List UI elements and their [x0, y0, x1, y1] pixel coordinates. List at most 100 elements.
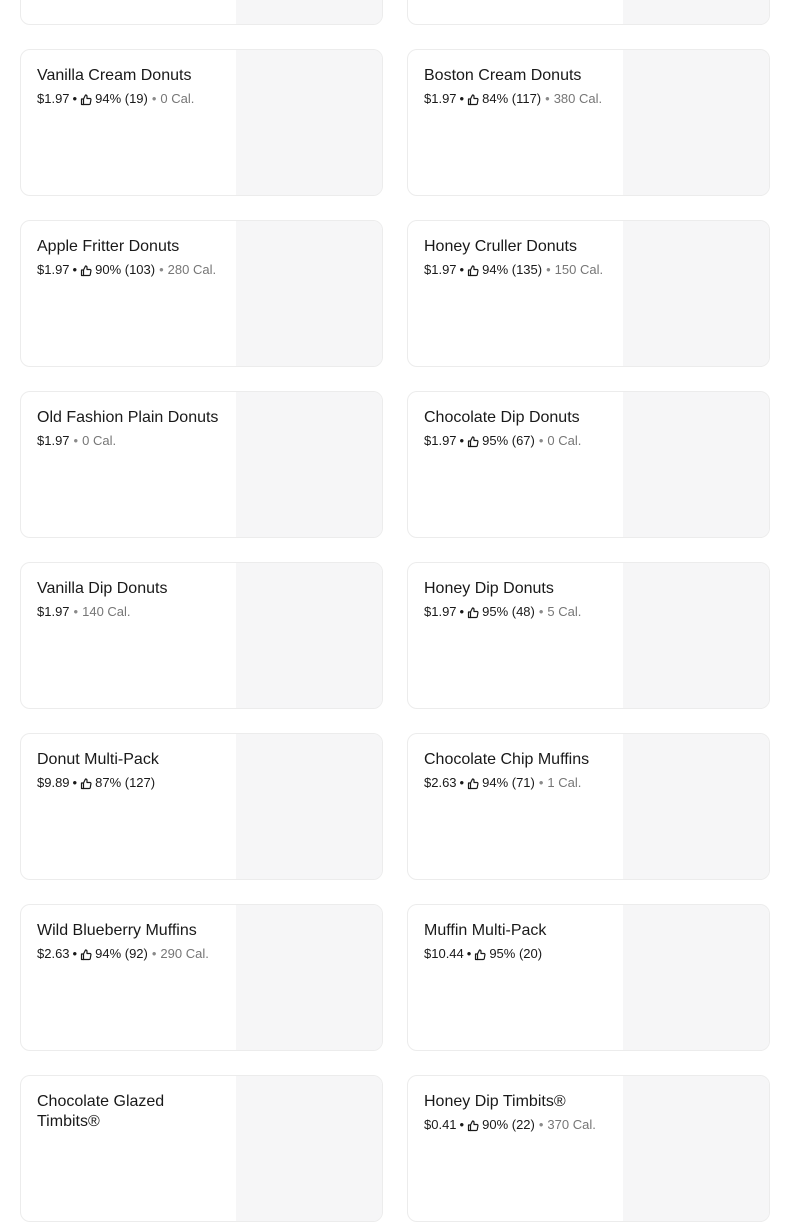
thumbs-up-icon: [80, 948, 92, 960]
menu-item-calories: 150 Cal.: [554, 262, 604, 277]
menu-item-card[interactable]: Honey Cruller Donuts $1.97 • 94% (135) • 150 …: [407, 220, 770, 367]
menu-item-card[interactable]: Honey Dip Timbits® $0.41 • 90% (22) • 370 Cal…: [407, 1075, 770, 1222]
thumbs-up-icon: [80, 93, 92, 105]
separator-dot: •: [151, 91, 157, 106]
menu-item-calories: 1 Cal.: [547, 775, 582, 790]
menu-item-info: Apple Fritter Donuts $1.97 • 90% (103) • 280 …: [37, 237, 227, 278]
menu-item-meta: $10.44 • 95% (20): [424, 945, 614, 962]
menu-item-info: Honey Cruller Donuts $1.97 • 94% (135) • 150 …: [424, 237, 614, 278]
menu-item-card[interactable]: Boston Cream Donuts $1.97 • 84% (117) • 380 C…: [407, 49, 770, 196]
menu-item-card[interactable]: Muffin Multi-Pack $10.44 • 95% (20): [407, 904, 770, 1051]
separator-dot: •: [72, 262, 78, 277]
menu-item-card[interactable]: Apple Fritter Donuts $1.97 • 90% (103) • 280 …: [20, 220, 383, 367]
menu-item-price: $1.97: [37, 604, 70, 619]
menu-item-info: Vanilla Dip Donuts $1.97 • 140 Cal.: [37, 579, 227, 620]
menu-item-rating: 94% (71): [482, 775, 535, 790]
menu-item-card[interactable]: Vanilla Cream Donuts $1.97 • 94% (19) • 0 Cal…: [20, 49, 383, 196]
separator-dot: •: [545, 91, 550, 106]
thumbs-up-icon: [467, 93, 479, 105]
menu-item-image: [236, 50, 382, 195]
menu-item-info: Chocolate Chip Muffins $2.63 • 94% (71) • 1 C…: [424, 750, 614, 791]
menu-item-meta: $2.63 • 94% (92) • 290 Cal.: [37, 945, 227, 962]
separator-dot: •: [538, 1117, 544, 1132]
separator-dot: •: [538, 604, 544, 619]
menu-item-meta: $1.97 • 90% (103) • 280 Cal.: [37, 261, 227, 278]
menu-item-name: Chocolate Dip Donuts: [424, 409, 580, 426]
separator-dot: •: [538, 433, 544, 448]
menu-item-name: Honey Dip Timbits®: [424, 1093, 566, 1110]
separator-dot: •: [459, 604, 465, 619]
thumbs-up-icon: [467, 435, 479, 447]
menu-item-meta: $1.97 • 0 Cal.: [37, 432, 227, 449]
menu-item-info: Chocolate Glazed Timbits®: [37, 1092, 227, 1136]
menu-item-image: [236, 392, 382, 537]
thumbs-up-icon: [467, 606, 479, 618]
menu-item-info: Honey Dip Donuts $1.97 • 95% (48) • 5 Cal.: [424, 579, 614, 620]
menu-item-calories: 0 Cal.: [82, 433, 117, 448]
thumbs-up-icon: [474, 948, 486, 960]
separator-dot: •: [72, 946, 78, 961]
menu-item-name: Vanilla Dip Donuts: [37, 580, 168, 597]
menu-item-card[interactable]: Vanilla Dip Donuts $1.97 • 140 Cal.: [20, 562, 383, 709]
menu-item-info: Muffin Multi-Pack $10.44 • 95% (20): [424, 921, 614, 962]
menu-item-image: [236, 221, 382, 366]
thumbs-up-icon: [467, 777, 479, 789]
menu-item-image: [623, 0, 769, 24]
menu-item-meta: $0.41 • 90% (22) • 370 Cal.: [424, 1116, 614, 1133]
menu-item-rating: 84% (117): [482, 91, 542, 106]
menu-item-name: Muffin Multi-Pack: [424, 922, 547, 939]
menu-item-price: $0.41: [424, 1117, 457, 1132]
menu-item-card[interactable]: Donut Multi-Pack $9.89 • 87% (127): [20, 733, 383, 880]
menu-item-price: $1.97: [424, 91, 457, 106]
thumbs-up-icon: [80, 264, 92, 276]
menu-item-card[interactable]: Wild Blueberry Muffins $2.63 • 94% (92) • 290…: [20, 904, 383, 1051]
menu-item-calories: 5 Cal.: [547, 604, 582, 619]
menu-item-card[interactable]: Old Fashion Plain Donuts $1.97 • 0 Cal.: [20, 391, 383, 538]
menu-item-image: [623, 50, 769, 195]
menu-item-rating: 94% (19): [95, 91, 148, 106]
menu-item-card[interactable]: [20, 0, 383, 25]
menu-item-name: Donut Multi-Pack: [37, 751, 159, 768]
menu-item-info: Boston Cream Donuts $1.97 • 84% (117) • 380 C…: [424, 66, 614, 107]
menu-item-name: Honey Cruller Donuts: [424, 238, 577, 255]
menu-item-price: $1.97: [37, 433, 70, 448]
menu-item-card[interactable]: [407, 0, 770, 25]
menu-item-info: Wild Blueberry Muffins $2.63 • 94% (92) • 290…: [37, 921, 227, 962]
menu-item-info: Vanilla Cream Donuts $1.97 • 94% (19) • 0 Cal…: [37, 66, 227, 107]
menu-item-image: [623, 392, 769, 537]
thumbs-up-icon: [467, 264, 479, 276]
separator-dot: •: [459, 262, 465, 277]
menu-item-image: [623, 734, 769, 879]
menu-item-price: $1.97: [424, 262, 457, 277]
menu-item-price: $1.97: [424, 433, 457, 448]
separator-dot: •: [459, 433, 465, 448]
menu-item-image: [623, 221, 769, 366]
menu-item-image: [236, 734, 382, 879]
menu-item-calories: 290 Cal.: [160, 946, 209, 961]
separator-dot: •: [459, 775, 465, 790]
menu-item-rating: 90% (22): [482, 1117, 535, 1132]
thumbs-up-icon: [80, 777, 92, 789]
separator-dot: •: [459, 91, 465, 106]
menu-item-image: [236, 563, 382, 708]
menu-item-image: [623, 563, 769, 708]
menu-item-name: Honey Dip Donuts: [424, 580, 554, 597]
menu-item-card[interactable]: Honey Dip Donuts $1.97 • 95% (48) • 5 Cal.: [407, 562, 770, 709]
separator-dot: •: [72, 775, 78, 790]
separator-dot: •: [159, 262, 164, 277]
menu-item-image: [236, 0, 382, 24]
menu-item-calories: 370 Cal.: [547, 1117, 596, 1132]
menu-item-name: Chocolate Chip Muffins: [424, 751, 590, 768]
menu-item-card[interactable]: Chocolate Glazed Timbits®: [20, 1075, 383, 1222]
menu-item-name: Boston Cream Donuts: [424, 67, 582, 84]
menu-item-image: [623, 905, 769, 1050]
separator-dot: •: [466, 946, 472, 961]
menu-item-meta: $1.97 • 94% (19) • 0 Cal.: [37, 90, 227, 107]
separator-dot: •: [459, 1117, 465, 1132]
menu-item-card[interactable]: Chocolate Chip Muffins $2.63 • 94% (71) • 1 C…: [407, 733, 770, 880]
menu-item-card[interactable]: Chocolate Dip Donuts $1.97 • 95% (67) • 0 Cal…: [407, 391, 770, 538]
menu-item-image: [236, 905, 382, 1050]
separator-dot: •: [151, 946, 157, 961]
menu-item-name: Wild Blueberry Muffins: [37, 922, 197, 939]
menu-item-price: $2.63: [37, 946, 70, 961]
